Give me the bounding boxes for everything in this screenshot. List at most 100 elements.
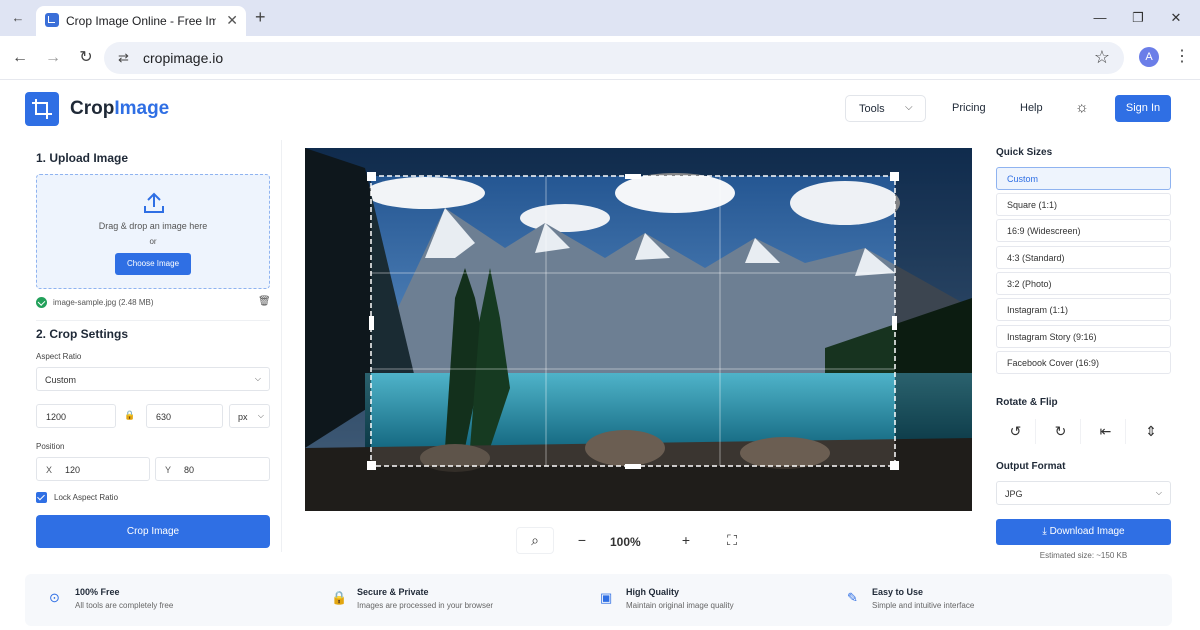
quick-size-label: Facebook Cover (16:9) [1007, 358, 1100, 368]
image-canvas[interactable] [305, 148, 972, 511]
feature-subtitle: Simple and intuitive interface [872, 601, 975, 610]
browser-tab[interactable]: Crop Image Online - Free Image ✕ [36, 6, 246, 36]
quick-size-item[interactable]: 3:2 (Photo) [996, 272, 1171, 295]
address-bar-row: ← → ↻ ⇄ cropimage.io ☆ [0, 36, 1200, 80]
quick-size-item[interactable]: 16:9 (Widescreen) [996, 219, 1171, 242]
height-value: 630 [156, 412, 172, 422]
rotate-flip-title: Rotate & Flip [996, 397, 1058, 408]
quick-size-label: Instagram (1:1) [1007, 305, 1069, 315]
aspect-ratio-value: Custom [45, 375, 77, 385]
quick-size-label: Instagram Story (9:16) [1007, 332, 1097, 342]
width-input[interactable]: 1200 [36, 404, 116, 428]
drop-or: or [149, 237, 157, 246]
brand-name[interactable]: CropImage [70, 98, 169, 120]
window-close-icon[interactable]: ✕ [1166, 8, 1186, 28]
new-tab-icon[interactable]: + [255, 8, 266, 26]
feature-title: Easy to Use [872, 587, 924, 597]
x-prefix: X [46, 465, 53, 475]
minimize-icon[interactable]: — [1090, 8, 1110, 28]
feature-title: High Quality [626, 587, 680, 597]
rotate-right-icon[interactable]: ↻ [1041, 419, 1081, 444]
profile-avatar[interactable]: A [1139, 47, 1159, 67]
browser-tab-bar: ← Crop Image Online - Free Image ✕ + — ❐… [0, 0, 1200, 36]
aspect-ratio-select[interactable]: Custom ⌵ [36, 367, 270, 391]
url-text[interactable]: cropimage.io [143, 50, 223, 66]
zoom-out-icon[interactable]: ⌕ [516, 527, 554, 554]
minus-icon[interactable]: − [563, 527, 601, 554]
landscape-image [305, 148, 972, 511]
chevron-down-icon: ⌵ [254, 374, 261, 383]
lock-icon: 🔒 [331, 590, 348, 605]
choose-image-button[interactable]: Choose Image [115, 253, 191, 275]
download-image-button[interactable]: ⤓ Download Image [996, 519, 1171, 545]
unit-value: px [238, 412, 248, 422]
x-value: 120 [65, 465, 81, 475]
features-bar [25, 574, 1172, 626]
chevron-down-icon: ⌵ [1155, 488, 1162, 497]
rotate-left-icon[interactable]: ↺ [996, 419, 1036, 444]
tools-dropdown[interactable]: Tools ⌵ [845, 95, 926, 122]
quick-size-item[interactable]: Facebook Cover (16:9) [996, 351, 1171, 374]
crop-settings-title: 2. Crop Settings [36, 327, 129, 341]
feature-title: Secure & Private [357, 587, 429, 597]
sign-in-button[interactable]: Sign In [1115, 95, 1171, 122]
upload-section-title: 1. Upload Image [36, 151, 129, 165]
trash-icon[interactable]: 🗑 [258, 296, 271, 307]
position-y-input[interactable]: Y 80 [155, 457, 270, 481]
reload-icon[interactable]: ↻ [76, 48, 96, 68]
lock-icon[interactable]: 🔒 [124, 410, 135, 421]
fit-screen-icon[interactable]: ⛶ [713, 527, 751, 554]
quick-size-item[interactable]: Instagram (1:1) [996, 298, 1171, 321]
quick-sizes-title: Quick Sizes [996, 147, 1053, 158]
feature-title: 100% Free [75, 587, 120, 597]
theme-toggle-icon[interactable]: ☼ [1075, 99, 1089, 116]
image-quality-icon: ▣ [600, 590, 613, 605]
crop-image-button[interactable]: Crop Image [36, 515, 270, 548]
browser-menu-icon[interactable]: ⋮ [1174, 47, 1190, 67]
height-input[interactable]: 630 [146, 404, 223, 428]
plus-icon[interactable]: + [667, 527, 705, 554]
quick-size-item[interactable]: Custom [996, 167, 1171, 190]
tab-title: Crop Image Online - Free Image [66, 14, 216, 28]
tab-scroll-back-icon[interactable]: ← [9, 9, 27, 27]
favicon-icon [45, 13, 59, 27]
check-circle-icon [36, 297, 47, 308]
tab-close-icon[interactable]: ✕ [226, 12, 238, 29]
position-x-input[interactable]: X 120 [36, 457, 150, 481]
bookmark-star-icon[interactable]: ☆ [1094, 47, 1110, 68]
brand-part-crop: Crop [70, 98, 115, 119]
flip-horizontal-icon[interactable]: ⇤ [1086, 419, 1126, 444]
lock-aspect-checkbox[interactable] [36, 492, 47, 503]
omnibox[interactable]: ⇄ cropimage.io ☆ [104, 42, 1124, 74]
nav-pricing[interactable]: Pricing [952, 102, 986, 114]
quick-size-label: 3:2 (Photo) [1007, 279, 1052, 289]
upload-dropzone[interactable]: Drag & drop an image here or Choose Imag… [36, 174, 270, 289]
flip-vertical-icon[interactable]: ⇕ [1131, 419, 1171, 444]
y-value: 80 [184, 465, 195, 475]
quick-size-label: 4:3 (Standard) [1007, 253, 1065, 263]
nav-help[interactable]: Help [1020, 102, 1043, 114]
restore-icon[interactable]: ❐ [1128, 8, 1148, 28]
back-icon[interactable]: ← [10, 48, 30, 68]
download-icon: ⤓ [1042, 526, 1047, 537]
upload-icon [144, 192, 164, 213]
position-label: Position [36, 442, 65, 451]
quick-size-item[interactable]: Instagram Story (9:16) [996, 325, 1171, 348]
feature-subtitle: All tools are completely free [75, 601, 174, 610]
output-format-value: JPG [1005, 489, 1023, 499]
divider [36, 320, 270, 321]
output-format-select[interactable]: JPG ⌵ [996, 481, 1171, 505]
download-label: Download Image [1049, 526, 1125, 537]
brand-part-image: Image [114, 98, 170, 119]
chevron-down-icon: ⌵ [257, 411, 264, 420]
quick-size-item[interactable]: Square (1:1) [996, 193, 1171, 216]
lock-aspect-label[interactable]: Lock Aspect Ratio [54, 493, 118, 502]
site-settings-icon[interactable]: ⇄ [118, 50, 129, 66]
unit-select[interactable]: px ⌵ [229, 404, 270, 428]
tools-label: Tools [859, 103, 885, 115]
logo-icon[interactable] [25, 92, 59, 126]
y-prefix: Y [165, 465, 172, 475]
forward-icon[interactable]: → [43, 48, 63, 68]
width-value: 1200 [46, 412, 67, 422]
quick-size-item[interactable]: 4:3 (Standard) [996, 246, 1171, 269]
